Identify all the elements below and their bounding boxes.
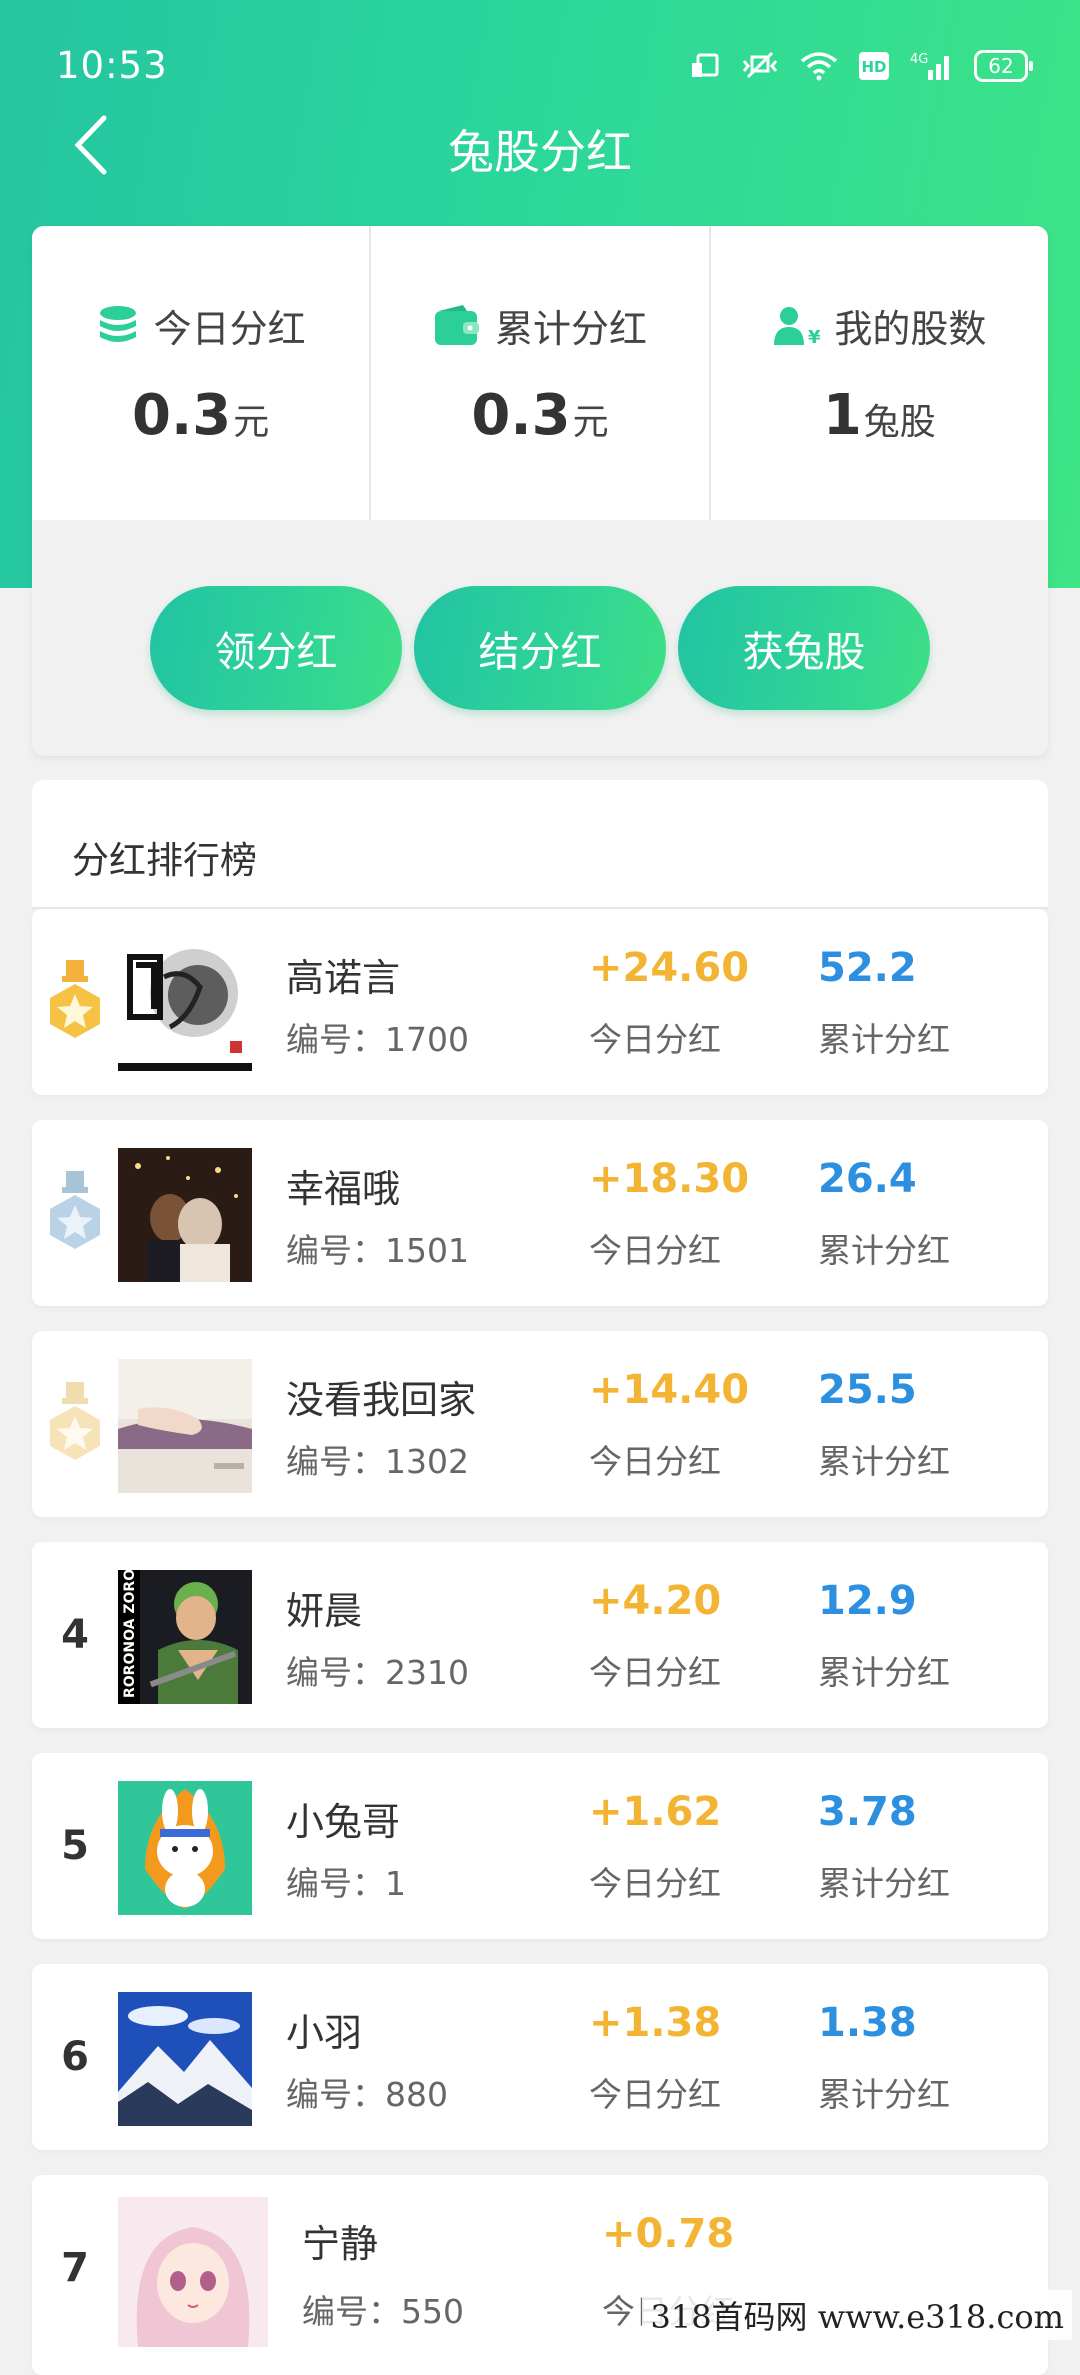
dividend-leaderboard: 分红排行榜 高诺言 编号：1700 +24.60 今日分红 52.2 累计分红 … xyxy=(32,780,1048,2375)
mute-vibrate-icon xyxy=(742,51,778,79)
today-dividend-label: 今日分红 xyxy=(589,1653,721,1692)
leaderboard-row[interactable]: 5 小兔哥 编号：1 +1.62 今日分红 3.78 累计分红 xyxy=(32,1753,1048,1939)
member-name: 没看我回家 xyxy=(286,1378,477,1422)
member-id: 编号：1302 xyxy=(286,1442,469,1481)
action-buttons: 领分红 结分红 获兔股 xyxy=(32,586,1048,710)
couple-night-avatar xyxy=(118,1148,252,1282)
stat-my-shares: ¥ 我的股数 1 兔股 xyxy=(711,226,1048,520)
total-dividend-label: 累计分红 xyxy=(818,1864,950,1903)
hd-icon: HD xyxy=(859,52,889,80)
leaderboard-title: 分红排行榜 xyxy=(72,839,257,882)
coin-stack-icon xyxy=(99,305,136,342)
wifi-icon xyxy=(800,52,838,81)
stat-today-value: 0.3 xyxy=(132,383,232,448)
total-dividend-value: 12.9 xyxy=(818,1578,917,1624)
stat-today-label: 今日分红 xyxy=(153,307,306,351)
stat-total-dividend: 累计分红 0.3 元 xyxy=(371,226,711,520)
battery-indicator: 62 xyxy=(974,50,1033,82)
today-dividend-value: +14.40 xyxy=(589,1367,750,1413)
rank-number: 7 xyxy=(61,2245,89,2291)
wallet-icon xyxy=(434,304,479,345)
rank-number: 5 xyxy=(61,1823,89,1869)
bunny-mascot-avatar xyxy=(118,1781,252,1915)
today-dividend-value: +1.62 xyxy=(589,1789,722,1835)
member-name: 幸福哦 xyxy=(286,1167,401,1211)
member-name: 妍晨 xyxy=(286,1589,363,1633)
ink-calligraphy-avatar xyxy=(118,937,252,1071)
svg-text:4G: 4G xyxy=(910,52,928,67)
total-dividend-label: 累计分红 xyxy=(818,2075,950,2114)
today-dividend-label: 今日分红 xyxy=(589,2075,721,2114)
today-dividend-value: +1.38 xyxy=(589,2000,722,2046)
leaderboard-row[interactable]: 6 小羽 编号：880 +1.38 今日分红 1.38 累计分红 xyxy=(32,1964,1048,2150)
today-dividend-label: 今日分红 xyxy=(589,1442,721,1481)
cast-icon xyxy=(692,53,719,77)
stat-shares-value: 1 xyxy=(822,383,862,448)
anime-swordsman-avatar: RORONOA ZORO xyxy=(118,1570,252,1704)
claim-dividend-button[interactable]: 领分红 xyxy=(150,586,402,710)
stat-total-label: 累计分红 xyxy=(494,307,647,351)
total-dividend-value: 3.78 xyxy=(818,1789,917,1835)
total-dividend-value: 1.38 xyxy=(818,2000,917,2046)
member-id: 编号：1 xyxy=(286,1864,406,1903)
watermark-text: 318首码网 www.e318.com xyxy=(642,2290,1072,2340)
total-dividend-value: 26.4 xyxy=(818,1156,917,1202)
settle-dividend-button[interactable]: 结分红 xyxy=(414,586,666,710)
dividend-summary-card: 今日分红 0.3 元 累计分红 0.3 元 ¥ 我的股数 1 兔股 领分红 结分… xyxy=(32,226,1048,756)
member-name: 小羽 xyxy=(286,2011,363,2055)
user-share-icon: ¥ xyxy=(774,306,820,347)
svg-text:¥: ¥ xyxy=(808,327,820,347)
hand-on-bench-avatar xyxy=(118,1359,252,1493)
leaderboard-row[interactable]: 幸福哦 编号：1501 +18.30 今日分红 26.4 累计分红 xyxy=(32,1120,1048,1306)
total-dividend-label: 累计分红 xyxy=(818,1442,950,1481)
leaderboard-row[interactable]: 没看我回家 编号：1302 +14.40 今日分红 25.5 累计分红 xyxy=(32,1331,1048,1517)
silver-medal-icon xyxy=(32,1120,118,1306)
bronze-medal-icon xyxy=(32,1331,118,1517)
total-dividend-value: 25.5 xyxy=(818,1367,917,1413)
stat-today-unit: 元 xyxy=(233,402,270,443)
leaderboard-row[interactable]: 高诺言 编号：1700 +24.60 今日分红 52.2 累计分红 xyxy=(32,909,1048,1095)
today-dividend-label: 今日分红 xyxy=(589,1020,721,1059)
page-title: 兔股分红 xyxy=(448,125,632,179)
stat-today-dividend: 今日分红 0.3 元 xyxy=(32,226,372,520)
rank-number: 4 xyxy=(61,1612,89,1658)
navigation-bar: 兔股分红 xyxy=(0,100,1080,190)
member-id: 编号：1501 xyxy=(286,1231,469,1270)
total-dividend-label: 累计分红 xyxy=(818,1231,950,1270)
today-dividend-value: +0.78 xyxy=(602,2211,735,2257)
snow-mountain-avatar xyxy=(118,1992,252,2126)
gold-medal-icon xyxy=(32,909,118,1095)
anime-girl-avatar xyxy=(118,2197,268,2347)
leaderboard-row[interactable]: 7 宁静 编号：550 +0.78 今日分红 xyxy=(32,2175,1048,2375)
member-name: 高诺言 xyxy=(286,956,401,1000)
status-time: 10:53 xyxy=(56,44,168,87)
stat-total-value: 0.3 xyxy=(471,383,571,448)
svg-text:HD: HD xyxy=(861,58,886,76)
leaderboard-header: 分红排行榜 xyxy=(32,780,1048,909)
signal-icon: 4G xyxy=(910,52,949,80)
member-id: 编号：2310 xyxy=(286,1653,469,1692)
today-dividend-value: +24.60 xyxy=(589,945,750,991)
today-dividend-label: 今日分红 xyxy=(589,1864,721,1903)
total-dividend-label: 累计分红 xyxy=(818,1653,950,1692)
stat-shares-label: 我的股数 xyxy=(834,307,987,351)
today-dividend-value: +4.20 xyxy=(589,1578,722,1624)
today-dividend-label: 今日分红 xyxy=(589,1231,721,1270)
total-dividend-value: 52.2 xyxy=(818,945,917,991)
summary-stats: 今日分红 0.3 元 累计分红 0.3 元 ¥ 我的股数 1 兔股 xyxy=(32,226,1048,520)
rank-number: 6 xyxy=(61,2034,89,2080)
member-name: 宁静 xyxy=(302,2222,379,2266)
today-dividend-value: +18.30 xyxy=(589,1156,750,1202)
stat-shares-unit: 兔股 xyxy=(863,402,936,443)
member-name: 小兔哥 xyxy=(286,1800,401,1844)
member-id: 编号：880 xyxy=(286,2075,448,2114)
member-id: 编号：1700 xyxy=(286,1020,469,1059)
total-dividend-label: 累计分红 xyxy=(818,1020,950,1059)
stat-total-unit: 元 xyxy=(572,402,609,443)
status-icons: HD 4G 62 xyxy=(690,46,1033,86)
avatar-caption: RORONOA ZORO xyxy=(122,1570,138,1698)
get-shares-button[interactable]: 获兔股 xyxy=(678,586,930,710)
leaderboard-row[interactable]: 4 RORONOA ZORO 妍晨 编号：2310 +4.20 今日分红 12.… xyxy=(32,1542,1048,1728)
member-id: 编号：550 xyxy=(302,2292,464,2331)
